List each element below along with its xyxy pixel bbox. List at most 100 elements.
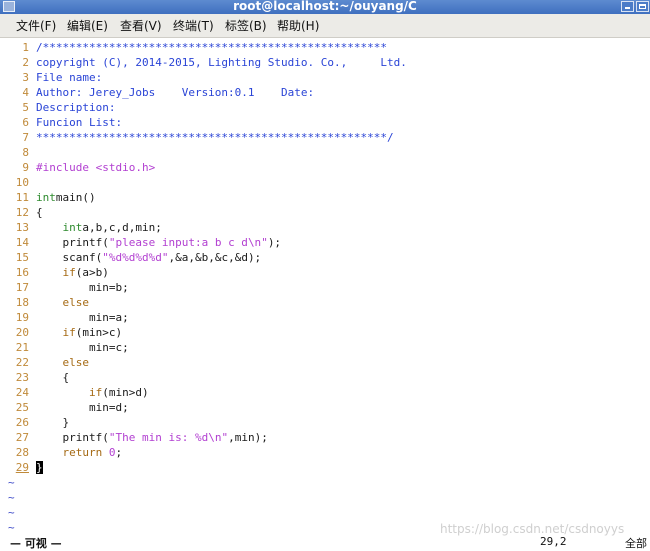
- code-line: 5 Description:: [0, 100, 650, 115]
- window-titlebar: root@localhost:~/ouyang/C: [0, 0, 650, 14]
- code-line: 18 else: [0, 295, 650, 310]
- code-text: if(min>c): [36, 325, 123, 340]
- code-token: min=c;: [36, 341, 129, 354]
- code-line: 22 else: [0, 355, 650, 370]
- code-token: ": [261, 236, 268, 249]
- code-token: ;: [115, 446, 123, 459]
- code-token: }: [36, 416, 70, 429]
- code-line: 7 ***************************************…: [0, 130, 650, 145]
- code-line: 21 min=c;: [0, 340, 650, 355]
- menu-help[interactable]: 帮助(H): [277, 19, 319, 33]
- code-token: a,b,c,d,min;: [82, 221, 162, 234]
- code-token: if: [62, 326, 76, 339]
- code-token: int: [36, 191, 56, 204]
- code-token: printf(: [36, 236, 109, 249]
- line-number: 6: [22, 116, 29, 129]
- line-number: 23: [15, 371, 29, 384]
- code-token: %d\n: [194, 431, 222, 444]
- line-number: 11: [15, 191, 29, 204]
- line-number: 18: [15, 296, 29, 309]
- code-token: 0: [102, 446, 116, 459]
- vim-editor[interactable]: 1 /**************************************…: [0, 38, 650, 534]
- code-token: printf(: [36, 431, 109, 444]
- code-token: return: [62, 446, 103, 459]
- empty-line-marker: ~: [8, 506, 15, 519]
- line-number: 25: [15, 401, 29, 414]
- line-number: 2: [22, 56, 29, 69]
- minimize-button[interactable]: [621, 1, 634, 12]
- code-line: 24 if(min>d): [0, 385, 650, 400]
- code-token: );: [267, 236, 282, 249]
- code-text: scanf("%d%d%d%d",&a,&b,&c,&d);: [36, 250, 261, 265]
- code-line: 17 min=b;: [0, 280, 650, 295]
- menu-view[interactable]: 查看(V): [120, 19, 162, 33]
- code-text: {: [36, 370, 69, 385]
- code-line: 11 intmain(): [0, 190, 650, 205]
- code-line: 20 if(min>c): [0, 325, 650, 340]
- menu-file[interactable]: 文件(F): [16, 19, 56, 33]
- line-number: 28: [15, 446, 29, 459]
- line-number: 17: [15, 281, 29, 294]
- line-number: 27: [15, 431, 29, 444]
- code-token: min=a;: [36, 311, 129, 324]
- cursor-position: 29,2: [540, 535, 567, 548]
- code-line: 4 Author: Jerey_Jobs Version:0.1 Date:: [0, 85, 650, 100]
- text-cursor: }: [36, 461, 43, 474]
- code-token: min=b;: [36, 281, 129, 294]
- code-text: }: [36, 415, 69, 430]
- code-token: if: [62, 266, 76, 279]
- code-token: ****************************************…: [36, 131, 394, 144]
- code-line: 1 /**************************************…: [0, 40, 650, 55]
- code-token: /***************************************…: [36, 41, 387, 54]
- line-number: 16: [15, 266, 29, 279]
- code-token: Description:: [36, 101, 116, 114]
- code-text: if(a>b): [36, 265, 109, 280]
- line-number: 4: [22, 86, 29, 99]
- line-number: 9: [22, 161, 29, 174]
- code-token: "please input:a b c d: [108, 236, 248, 249]
- line-number: 29: [15, 461, 29, 474]
- maximize-button[interactable]: [636, 1, 649, 12]
- watermark: https://blog.csdn.net/csdnoyys: [440, 522, 625, 536]
- line-number: 7: [22, 131, 29, 144]
- line-number: 3: [22, 71, 29, 84]
- code-token: ,&a,&b,&c,&d);: [168, 251, 262, 264]
- code-line: 3 File name:: [0, 70, 650, 85]
- line-number: 5: [22, 101, 29, 114]
- line-number: 12: [15, 206, 29, 219]
- code-line: 14 printf("please input:a b c d\n");: [0, 235, 650, 250]
- code-text: Author: Jerey_Jobs Version:0.1 Date:: [36, 85, 314, 100]
- code-text: copyright (C), 2014-2015, Lighting Studi…: [36, 55, 407, 70]
- code-token: if: [88, 386, 103, 399]
- code-text: ****************************************…: [36, 130, 394, 145]
- code-text: File name:: [36, 70, 102, 85]
- code-token: File name:: [36, 71, 103, 84]
- window-title: root@localhost:~/ouyang/C: [233, 0, 417, 13]
- code-line: 12 {: [0, 205, 650, 220]
- code-token: ,min);: [228, 431, 268, 444]
- code-token: (a>b): [75, 266, 109, 279]
- code-text: inta,b,c,d,min;: [36, 220, 162, 235]
- menu-tabs[interactable]: 标签(B): [225, 19, 267, 33]
- code-line: 15 scanf("%d%d%d%d",&a,&b,&c,&d);: [0, 250, 650, 265]
- code-line: 6 Funcion List:: [0, 115, 650, 130]
- code-line: 27 printf("The min is: %d\n",min);: [0, 430, 650, 445]
- line-number: 22: [15, 356, 29, 369]
- menu-edit[interactable]: 编辑(E): [67, 19, 108, 33]
- menu-terminal[interactable]: 终端(T): [173, 19, 214, 33]
- code-line: 29}: [0, 460, 650, 475]
- code-text: printf("please input:a b c d\n");: [36, 235, 281, 250]
- code-line: 10: [0, 175, 650, 190]
- code-text: return 0;: [36, 445, 123, 460]
- code-line: 2 copyright (C), 2014-2015, Lighting Stud…: [0, 55, 650, 70]
- code-token: copyright (C), 2014-2015, Lighting Studi…: [36, 56, 407, 69]
- code-text: /***************************************…: [36, 40, 387, 55]
- line-number: 26: [15, 416, 29, 429]
- line-number: 1: [22, 41, 29, 54]
- line-number: 21: [15, 341, 29, 354]
- scroll-position: 全部: [625, 537, 647, 550]
